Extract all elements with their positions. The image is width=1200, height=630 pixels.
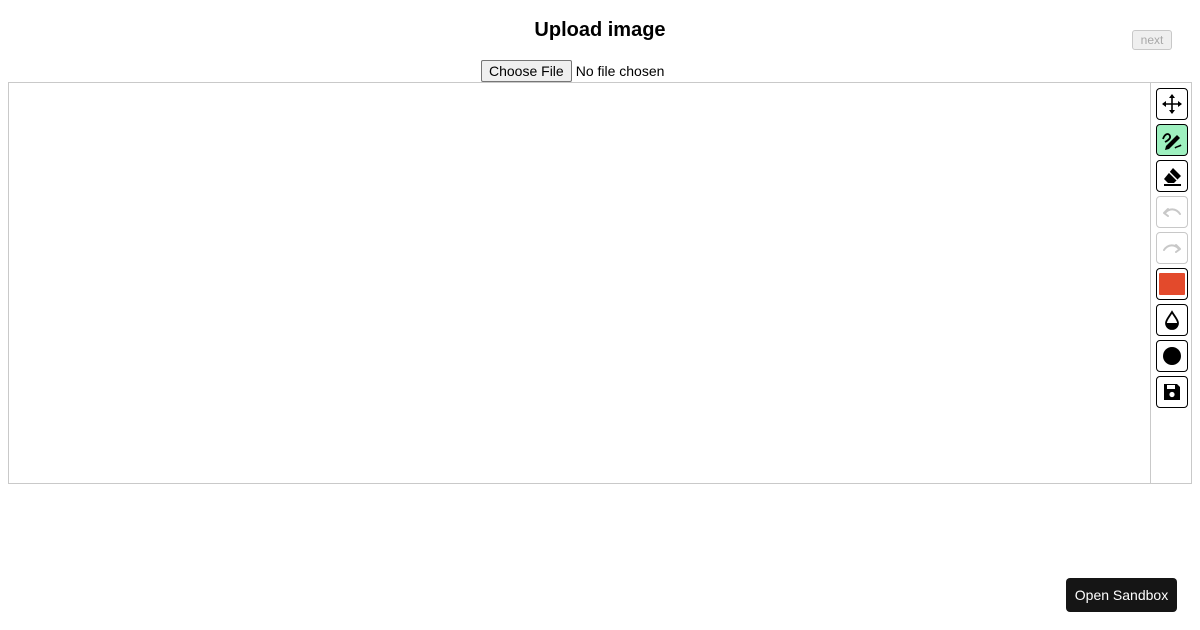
editor-toolbar bbox=[1150, 83, 1191, 483]
choose-file-button[interactable]: Choose File bbox=[481, 60, 572, 82]
image-editor bbox=[8, 82, 1192, 484]
draw-tool-button[interactable] bbox=[1156, 124, 1188, 156]
open-sandbox-button[interactable]: Open Sandbox bbox=[1066, 578, 1177, 612]
drawing-canvas[interactable] bbox=[9, 83, 1150, 483]
brush-size-button[interactable] bbox=[1156, 340, 1188, 372]
move-tool-button[interactable] bbox=[1156, 88, 1188, 120]
color-swatch bbox=[1159, 273, 1185, 295]
redo-tool-button[interactable] bbox=[1156, 232, 1188, 264]
opacity-tool-button[interactable] bbox=[1156, 304, 1188, 336]
next-button[interactable]: next bbox=[1132, 30, 1172, 50]
redo-icon bbox=[1163, 244, 1181, 253]
save-tool-button[interactable] bbox=[1156, 376, 1188, 408]
undo-icon bbox=[1163, 208, 1181, 217]
file-input[interactable]: Choose File No file chosen bbox=[481, 60, 664, 82]
move-icon bbox=[1162, 94, 1182, 114]
undo-tool-button[interactable] bbox=[1156, 196, 1188, 228]
page-title: Upload image bbox=[534, 19, 666, 41]
file-status-text: No file chosen bbox=[575, 63, 665, 79]
save-icon bbox=[1164, 384, 1180, 400]
color-picker-button[interactable] bbox=[1156, 268, 1188, 300]
droplet-icon bbox=[1165, 310, 1179, 330]
pencil-icon bbox=[1162, 133, 1182, 150]
eraser-icon bbox=[1164, 168, 1181, 186]
eraser-tool-button[interactable] bbox=[1156, 160, 1188, 192]
circle-icon bbox=[1163, 347, 1181, 365]
